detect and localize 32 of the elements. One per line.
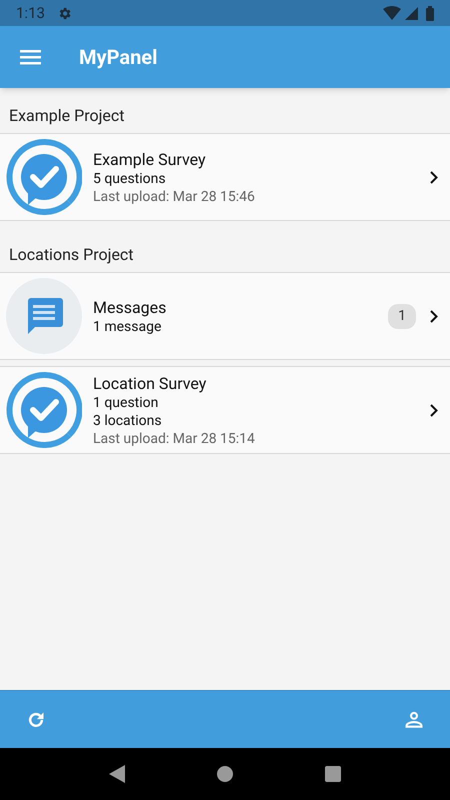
- upload-time: Last upload: Mar 28 15:46: [93, 188, 256, 206]
- battery-icon: [426, 6, 434, 20]
- item-detail: 1 message: [93, 318, 162, 336]
- survey-list-item[interactable]: Example Survey 5 questions Last upload: Mar 28 15:46: [0, 133, 450, 221]
- item-title: Location Survey: [93, 372, 208, 394]
- chevron-right-icon: [430, 170, 438, 184]
- clock-time: 1:13: [16, 2, 45, 24]
- person-icon[interactable]: [404, 710, 424, 730]
- section-header: Example Project: [9, 105, 124, 127]
- refresh-icon[interactable]: [26, 710, 46, 730]
- gear-icon: [56, 6, 72, 20]
- messages-list-item[interactable]: Messages 1 message 1: [0, 272, 450, 360]
- item-title: Messages: [93, 296, 168, 318]
- chevron-right-icon: [430, 310, 438, 322]
- survey-list-item[interactable]: Location Survey 1 question 3 locations Last upload: Mar 28 15:14: [0, 366, 450, 454]
- upload-time: Last upload: Mar 28 15:14: [93, 430, 256, 448]
- home-icon[interactable]: [217, 766, 233, 782]
- item-detail: 1 question: [93, 394, 160, 412]
- section-header: Locations Project: [9, 244, 134, 266]
- back-icon[interactable]: [109, 765, 125, 783]
- app-title: MyPanel: [79, 44, 158, 71]
- item-detail: 5 questions: [93, 170, 167, 188]
- survey-check-icon: [6, 372, 82, 448]
- signal-icon: [405, 6, 418, 20]
- count-badge: 1: [388, 304, 416, 328]
- menu-icon[interactable]: [20, 50, 41, 64]
- survey-check-icon: [6, 139, 82, 215]
- item-detail: 3 locations: [93, 412, 163, 430]
- message-icon: [25, 298, 63, 334]
- item-title: Example Survey: [93, 148, 207, 170]
- chevron-right-icon: [430, 404, 438, 416]
- wifi-icon: [383, 6, 401, 20]
